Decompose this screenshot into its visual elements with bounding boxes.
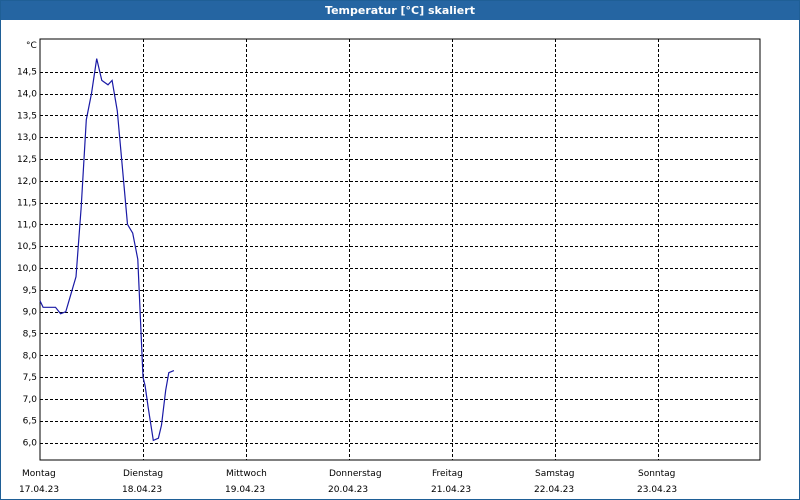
y-tick-label: 10,0 — [17, 264, 37, 274]
y-tick-label: 14,5 — [17, 68, 37, 78]
grid-layer — [40, 39, 760, 460]
x-tick-date-label: 19.04.23 — [225, 485, 265, 495]
y-tick-label: 10,5 — [17, 242, 37, 252]
temperature-chart: 6,0 6,5 7,0 7,5 8,0 8,5 9,0 9,5 10,0 10,5 11,0 11,5… — [17, 38, 761, 495]
x-tick-date-label: 17.04.23 — [19, 485, 59, 495]
y-tick-label: 7,0 — [23, 395, 38, 405]
y-tick-label: 6,0 — [23, 439, 38, 449]
x-tick-day-label: Freitag — [432, 469, 463, 479]
y-tick-label: 13,0 — [17, 133, 37, 143]
y-tick-label: 8,5 — [23, 329, 37, 339]
y-tick-label: 13,5 — [17, 111, 37, 121]
x-tick-date-label: 22.04.23 — [534, 485, 574, 495]
y-axis-unit-label: °C — [26, 41, 37, 51]
x-axis-labels: Montag 17.04.23 Dienstag 18.04.23 Mittwoch 19… — [19, 469, 677, 495]
y-tick-label: 7,5 — [23, 373, 37, 383]
plot-frame — [39, 38, 761, 461]
y-axis-labels: 6,0 6,5 7,0 7,5 8,0 8,5 9,0 9,5 10,0 10,5 11,0 11,5… — [17, 68, 37, 449]
x-tick-day-label: Montag — [22, 469, 56, 479]
x-tick-date-label: 23.04.23 — [637, 485, 677, 495]
x-tick-day-label: Dienstag — [123, 469, 163, 479]
y-tick-label: 9,5 — [23, 286, 37, 296]
x-tick-day-label: Sonntag — [638, 469, 675, 479]
y-tick-label: 14,0 — [17, 90, 37, 100]
y-tick-label: 9,0 — [23, 308, 38, 318]
y-tick-label: 12,5 — [17, 155, 37, 165]
y-tick-label: 11,0 — [17, 220, 37, 230]
y-tick-label: 12,0 — [17, 177, 37, 187]
x-tick-day-label: Samstag — [535, 469, 574, 479]
x-tick-day-label: Donnerstag — [329, 469, 382, 479]
x-tick-date-label: 20.04.23 — [328, 485, 368, 495]
x-tick-date-label: 18.04.23 — [122, 485, 162, 495]
x-tick-day-label: Mittwoch — [226, 469, 267, 479]
y-tick-label: 6,5 — [23, 417, 37, 427]
y-tick-label: 11,5 — [17, 199, 37, 209]
y-tick-label: 8,0 — [23, 351, 38, 361]
x-tick-date-label: 21.04.23 — [431, 485, 471, 495]
